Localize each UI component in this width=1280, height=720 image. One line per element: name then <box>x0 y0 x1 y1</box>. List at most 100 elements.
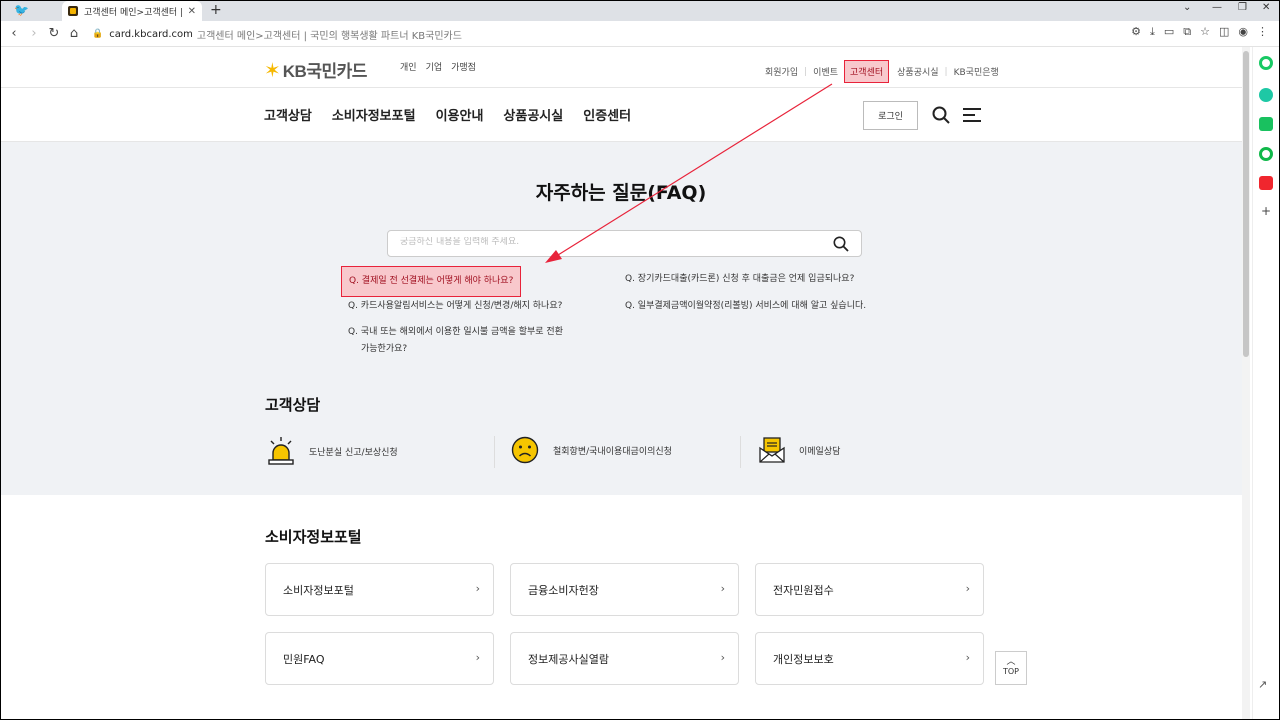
restore-icon[interactable]: ❐ <box>1238 2 1247 13</box>
main-navigation: 고객상담 소비자정보포털 이용안내 상품공시실 인증센터 로그인 <box>0 88 1242 142</box>
search-icon[interactable] <box>932 106 950 124</box>
card-label: 개인정보보호 <box>773 653 834 666</box>
consult-section-title: 고객상담 <box>265 396 321 414</box>
chevron-up-icon: ︿ <box>1006 657 1016 667</box>
translate-icon[interactable]: ⚙ <box>1131 25 1141 39</box>
rail-add-icon[interactable]: + <box>1261 204 1271 218</box>
rail-app-icon-1[interactable] <box>1259 56 1273 70</box>
faq-search-input[interactable] <box>400 237 800 247</box>
forward-icon[interactable]: › <box>24 26 44 41</box>
util-sep: | <box>944 66 948 77</box>
hamburger-menu-icon[interactable] <box>963 108 981 122</box>
faq-question-prepayment[interactable]: Q. 결제일 전 선결제는 어떻게 해야 하나요? <box>341 266 522 297</box>
faq-question-card-loan[interactable]: Q. 장기카드대출(카드론) 신청 후 대출금은 언제 입금되나요? <box>625 270 854 289</box>
seg-merchant[interactable]: 가맹점 <box>451 60 476 73</box>
nav-consult[interactable]: 고객상담 <box>264 105 312 124</box>
nav-certification[interactable]: 인증센터 <box>583 105 631 124</box>
back-icon[interactable]: ‹ <box>4 26 24 41</box>
kb-favicon-icon <box>68 6 78 16</box>
minimize-icon[interactable]: — <box>1212 2 1222 13</box>
reload-icon[interactable]: ↻ <box>44 26 64 41</box>
chevron-right-icon: › <box>965 582 970 595</box>
faq-question-installment-2[interactable]: 가능한가요? <box>361 340 407 359</box>
nav-product-disclosure[interactable]: 상품공시실 <box>503 105 563 124</box>
open-external-icon[interactable]: ↗ <box>1258 678 1267 691</box>
home-icon[interactable]: ⌂ <box>64 26 84 41</box>
sad-face-icon <box>511 436 539 464</box>
nav-usage-guide[interactable]: 이용안내 <box>436 105 484 124</box>
new-tab-button[interactable]: + <box>210 2 222 18</box>
browser-tab-bar: 🐦 고객센터 메인>고객센터 | 국민 ✕ + ⌄ — ❐ ✕ <box>0 0 1280 21</box>
chevron-right-icon: › <box>475 651 480 664</box>
divider <box>740 436 741 468</box>
portal-card-privacy[interactable]: 개인정보보호 › <box>755 632 984 685</box>
faq-search-box <box>387 230 862 257</box>
bird-icon: 🐦 <box>14 3 29 17</box>
chevron-right-icon: › <box>475 582 480 595</box>
kb-logo[interactable]: ✶ KB국민카드 <box>264 57 367 82</box>
browser-tab-active[interactable]: 고객센터 메인>고객센터 | 국민 ✕ <box>62 1 202 21</box>
card-label: 소비자정보포털 <box>283 584 354 597</box>
close-window-icon[interactable]: ✕ <box>1262 2 1270 13</box>
portal-section-title: 소비자정보포털 <box>265 528 362 546</box>
seg-personal[interactable]: 개인 <box>400 60 417 73</box>
tab-search-chevron-icon[interactable]: ⌄ <box>1183 2 1191 13</box>
nav-consumer-portal[interactable]: 소비자정보포털 <box>332 105 416 124</box>
email-icon <box>759 437 785 463</box>
util-kb-bank[interactable]: KB국민은행 <box>954 65 999 78</box>
bookmarks-icon[interactable]: ☆ <box>1200 25 1210 39</box>
download-icon[interactable]: ⤓ <box>1150 25 1155 39</box>
close-tab-icon[interactable]: ✕ <box>188 6 196 17</box>
browser-side-rail: + <box>1252 47 1279 719</box>
portal-card-consumer-charter[interactable]: 금융소비자헌장 › <box>510 563 739 616</box>
siren-icon <box>268 437 294 465</box>
faq-question-revolving[interactable]: Q. 일부결제금액이월약정(리볼빙) 서비스에 대해 알고 싶습니다. <box>625 297 866 316</box>
top-label: TOP <box>1002 667 1019 676</box>
rail-talk-icon[interactable] <box>1259 117 1273 131</box>
rail-circle-icon[interactable] <box>1259 147 1273 161</box>
address-bar: ‹ › ↻ ⌂ 🔒 card.kbcard.com 고객센터 메인>고객센터 |… <box>0 21 1280 47</box>
chevron-right-icon: › <box>965 651 970 664</box>
card-label: 금융소비자헌장 <box>528 584 599 597</box>
util-customer-center[interactable]: 고객센터 <box>844 60 890 83</box>
faq-search-icon[interactable] <box>833 236 849 252</box>
scroll-top-button[interactable]: ︿ TOP <box>995 651 1027 685</box>
cast-icon[interactable]: ▭ <box>1164 25 1174 39</box>
consult-item-theft-loss[interactable]: 도난분실 신고/보상신청 <box>267 436 398 466</box>
divider <box>494 436 495 468</box>
seg-corporate[interactable]: 기업 <box>426 60 443 73</box>
extensions-icon[interactable]: ⧉ <box>1183 25 1191 39</box>
split-view-icon[interactable]: ◫ <box>1219 25 1229 39</box>
tab-title: 고객센터 메인>고객센터 | 국민 <box>84 7 184 18</box>
util-sep: | <box>804 66 808 77</box>
util-event[interactable]: 이벤트 <box>813 65 838 78</box>
faq-question-usage-alert[interactable]: Q. 카드사용알림서비스는 어떻게 신청/변경/해지 하나요? <box>348 297 562 316</box>
scrollbar-thumb[interactable] <box>1243 51 1249 357</box>
portal-card-complaint-faq[interactable]: 민원FAQ › <box>265 632 494 685</box>
portal-card-consumer-portal[interactable]: 소비자정보포털 › <box>265 563 494 616</box>
consult-item-email[interactable]: 이메일상담 <box>759 436 840 464</box>
rail-news-icon[interactable] <box>1259 176 1273 190</box>
consult-item-label: 도난분실 신고/보상신청 <box>309 447 398 458</box>
lock-icon: 🔒 <box>92 29 104 39</box>
portal-card-info-disclosure[interactable]: 정보제공사실열람 › <box>510 632 739 685</box>
consult-item-label: 철회항변/국내이용대금이의신청 <box>553 446 672 457</box>
url-domain: card.kbcard.com <box>109 28 193 40</box>
consult-item-label: 이메일상담 <box>799 446 841 457</box>
page-scrollbar[interactable] <box>1242 47 1250 719</box>
util-product-disclosure[interactable]: 상품공시실 <box>897 65 938 78</box>
card-label: 전자민원접수 <box>773 584 834 597</box>
profile-icon[interactable]: ◉ <box>1238 25 1248 39</box>
util-signup[interactable]: 회원가입 <box>765 65 798 78</box>
consult-item-dispute[interactable]: 철회항변/국내이용대금이의신청 <box>511 436 672 464</box>
logo-text: KB국민카드 <box>282 62 368 81</box>
rail-play-icon[interactable] <box>1259 88 1273 102</box>
faq-title: 자주하는 질문(FAQ) <box>535 182 707 204</box>
url-page-title: 고객센터 메인>고객센터 | 국민의 행복생활 파트너 KB국민카드 <box>196 30 462 42</box>
portal-card-e-complaint[interactable]: 전자민원접수 › <box>755 563 984 616</box>
login-button[interactable]: 로그인 <box>863 101 918 130</box>
chevron-right-icon: › <box>720 582 725 595</box>
more-menu-icon[interactable]: ⋮ <box>1257 25 1268 39</box>
card-label: 정보제공사실열람 <box>528 653 609 666</box>
url-field[interactable]: 🔒 card.kbcard.com 고객센터 메인>고객센터 | 국민의 행복생… <box>92 25 462 43</box>
